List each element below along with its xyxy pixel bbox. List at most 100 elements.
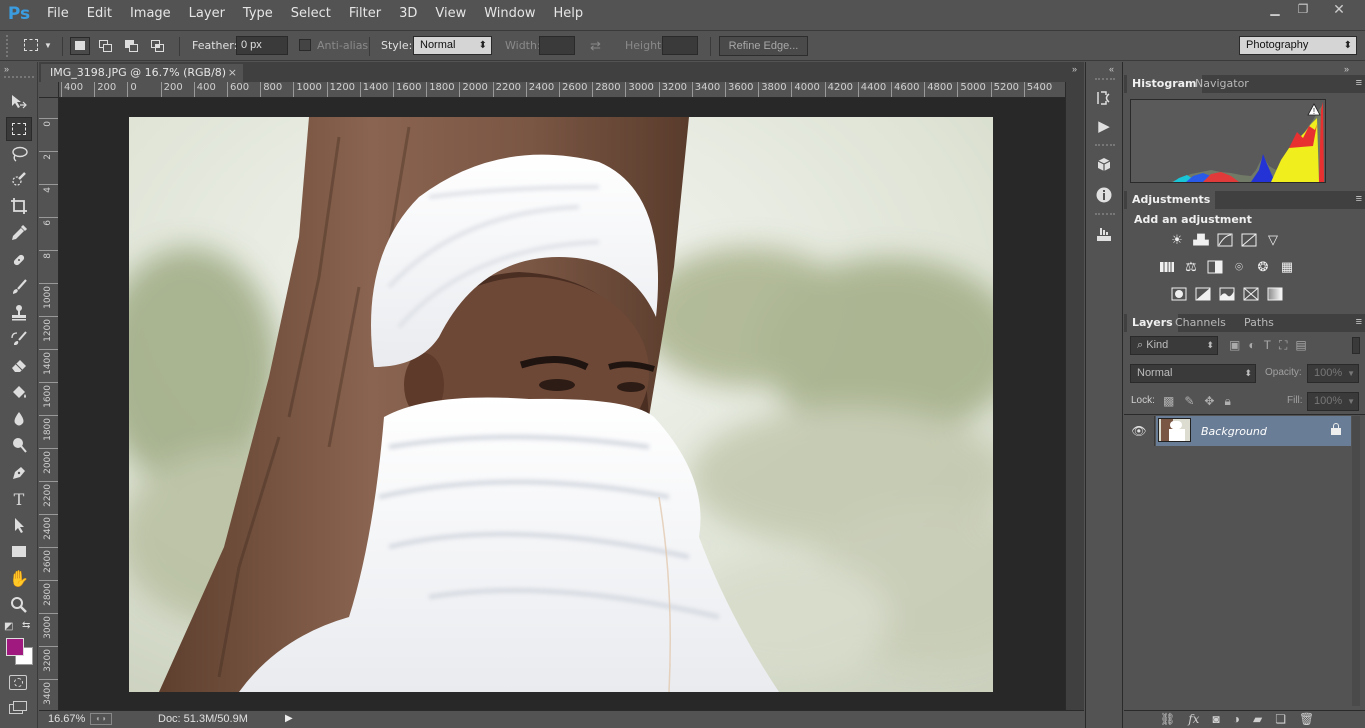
layer-filter-kind-select[interactable]: ⌕ Kind ⬍ — [1130, 336, 1218, 355]
ruler-origin[interactable] — [39, 82, 59, 98]
new-selection-icon[interactable] — [70, 37, 90, 55]
quick-select-tool-icon[interactable] — [6, 168, 32, 192]
menu-filter[interactable]: Filter — [340, 0, 390, 28]
rectangle-tool-icon[interactable] — [6, 539, 32, 563]
visibility-eye-icon[interactable]: 👁︎ — [1124, 416, 1155, 446]
vibrance-icon[interactable]: ▽ — [1264, 232, 1282, 248]
document-image[interactable] — [129, 117, 993, 692]
layer-row[interactable]: 👁︎ Background — [1124, 416, 1351, 446]
workspace-select[interactable]: Photography — [1239, 36, 1357, 55]
selective-color-icon[interactable] — [1242, 286, 1260, 302]
add-to-selection-icon[interactable] — [96, 37, 116, 55]
menu-file[interactable]: File — [38, 0, 78, 28]
eraser-tool-icon[interactable] — [6, 353, 32, 377]
move-tool-icon[interactable] — [6, 90, 32, 114]
menu-layer[interactable]: Layer — [180, 0, 234, 28]
menu-view[interactable]: View — [426, 0, 475, 28]
collapse-panel-icon[interactable]: » — [4, 64, 9, 74]
layer-name[interactable]: Background — [1201, 425, 1267, 438]
lock-transparent-pixels-icon[interactable]: ▩ — [1163, 394, 1174, 409]
posterize-icon[interactable] — [1194, 286, 1212, 302]
menu-window[interactable]: Window — [475, 0, 544, 28]
path-selection-tool-icon[interactable] — [6, 513, 32, 537]
tab-navigator[interactable]: Navigator — [1190, 75, 1254, 93]
invert-icon[interactable] — [1170, 286, 1188, 302]
opacity-input[interactable]: 100% ▼ — [1307, 364, 1359, 383]
brightness-contrast-icon[interactable]: ☀ — [1168, 232, 1186, 248]
menu-type[interactable]: Type — [234, 0, 282, 28]
paint-bucket-tool-icon[interactable] — [6, 380, 32, 404]
tab-adjustments[interactable]: Adjustments — [1127, 191, 1216, 209]
restore-icon[interactable]: ❐ — [1285, 0, 1321, 18]
menu-help[interactable]: Help — [545, 0, 593, 28]
style-select[interactable]: Normal — [413, 36, 492, 55]
eyedropper-tool-icon[interactable] — [6, 221, 32, 245]
shape-layer-filter-icon[interactable]: ⛶ — [1279, 338, 1287, 353]
pen-tool-icon[interactable] — [6, 461, 32, 485]
refine-edge-button[interactable]: Refine Edge... — [719, 36, 808, 56]
threshold-icon[interactable] — [1218, 286, 1236, 302]
hue-saturation-icon[interactable] — [1158, 259, 1176, 275]
lock-position-icon[interactable]: ✥ — [1204, 394, 1214, 409]
lock-all-icon[interactable]: 🔒︎ — [1224, 394, 1230, 409]
exposure-icon[interactable] — [1240, 232, 1258, 248]
type-tool-icon[interactable]: T — [6, 487, 32, 511]
menu-image[interactable]: Image — [121, 0, 180, 28]
filter-toggle[interactable] — [1352, 337, 1360, 354]
foreground-color-swatch[interactable] — [6, 638, 24, 656]
dodge-tool-icon[interactable] — [6, 433, 32, 457]
zoom-level[interactable]: 16.67% — [48, 713, 85, 725]
menu-select[interactable]: Select — [282, 0, 340, 28]
levels-icon[interactable]: ▟▙ — [1192, 232, 1210, 248]
tab-paths[interactable]: Paths — [1239, 314, 1279, 332]
pixel-layer-filter-icon[interactable]: ▣ — [1229, 338, 1240, 353]
panel-menu-icon[interactable]: ≡ — [1356, 316, 1362, 328]
lasso-tool-icon[interactable] — [6, 142, 32, 166]
layers-scrollbar[interactable] — [1352, 416, 1360, 706]
collapse-panels-icon[interactable]: » — [1344, 64, 1349, 74]
clone-stamp-tool-icon[interactable] — [6, 301, 32, 325]
3d-panel-icon[interactable] — [1092, 153, 1116, 177]
tool-presets-panel-icon[interactable] — [1092, 222, 1116, 246]
link-layers-icon[interactable]: ⛓ — [1160, 712, 1175, 726]
black-white-icon[interactable] — [1206, 259, 1224, 275]
new-group-icon[interactable]: ▰ — [1253, 712, 1262, 726]
height-input[interactable] — [662, 36, 698, 55]
info-panel-icon[interactable] — [1092, 183, 1116, 207]
channel-mixer-icon[interactable]: ❂ — [1254, 259, 1272, 275]
history-panel-icon[interactable] — [1092, 86, 1116, 110]
panel-menu-icon[interactable]: ≡ — [1356, 193, 1362, 205]
healing-brush-tool-icon[interactable] — [6, 248, 32, 272]
crop-tool-icon[interactable] — [6, 194, 32, 218]
gradient-map-icon[interactable] — [1266, 286, 1284, 302]
menu-3d[interactable]: 3D — [390, 0, 426, 28]
layer-mask-icon[interactable]: ◙ — [1212, 712, 1219, 726]
actions-panel-icon[interactable]: ▶ — [1092, 114, 1116, 138]
status-menu-arrow-icon[interactable]: ▶ — [285, 713, 293, 724]
default-colors-icon[interactable]: ◩ — [4, 621, 13, 632]
history-brush-tool-icon[interactable] — [6, 327, 32, 351]
feather-input[interactable]: 0 px — [236, 36, 288, 55]
close-icon[interactable]: ✕ — [1321, 0, 1357, 18]
swap-colors-icon[interactable]: ⇆ — [22, 620, 30, 631]
document-tab[interactable]: IMG_3198.JPG @ 16.7% (RGB/8) × — [41, 64, 243, 82]
vertical-scrollbar[interactable] — [1065, 82, 1084, 710]
lock-image-pixels-icon[interactable]: ✎ — [1184, 394, 1194, 409]
horizontal-ruler[interactable]: 400 200 0 200 400 600 800 1000 1200 1400 1600 1800 2… — [59, 82, 1065, 98]
color-lookup-icon[interactable]: ▦ — [1278, 259, 1296, 275]
quick-mask-icon[interactable] — [9, 675, 27, 690]
panel-menu-icon[interactable]: ≡ — [1356, 77, 1362, 89]
smart-object-filter-icon[interactable]: ▤ — [1295, 338, 1306, 353]
expand-panel-icon[interactable]: » — [1072, 64, 1077, 74]
intersect-selection-icon[interactable] — [148, 37, 168, 55]
curves-icon[interactable] — [1216, 232, 1234, 248]
share-icon[interactable]: ◐◑ — [90, 713, 112, 725]
screen-mode-icon[interactable] — [9, 701, 29, 715]
anti-alias-checkbox[interactable] — [299, 39, 311, 51]
tab-channels[interactable]: Channels — [1170, 314, 1231, 332]
blend-mode-select[interactable]: Normal ⬍ — [1130, 364, 1256, 383]
tool-preset-picker[interactable]: ▼ — [22, 37, 52, 55]
vertical-ruler[interactable]: 0 2 4 6 8 1000 1200 1400 1600 1800 2000 2200 2400 260… — [39, 98, 59, 710]
photo-filter-icon[interactable]: ⌾ — [1230, 259, 1248, 275]
delete-layer-icon[interactable]: 🗑︎ — [1299, 712, 1314, 726]
